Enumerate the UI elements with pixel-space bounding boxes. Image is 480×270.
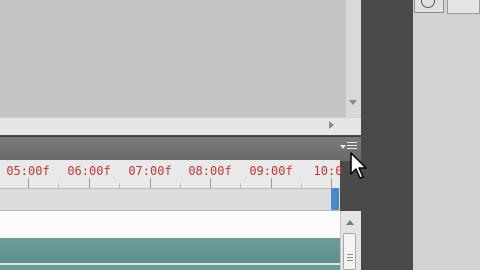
menu-lines-icon [347, 142, 357, 151]
ruler-tick [210, 178, 211, 188]
scroll-right-arrow-icon[interactable] [329, 121, 334, 129]
ruler-subtick [180, 183, 181, 188]
time-ruler[interactable]: 05:00f 06:00f 07:00f 08:00f 09:00f 10:0 [0, 160, 343, 189]
scrollbar-thumb[interactable] [343, 233, 356, 270]
ruler-tick [271, 178, 272, 188]
ruler-tick [89, 178, 90, 188]
ruler-subtick [240, 183, 241, 188]
grip-icon [347, 254, 353, 263]
playhead-track[interactable] [0, 189, 340, 211]
video-clip[interactable] [0, 238, 340, 263]
playhead-handle[interactable] [331, 188, 339, 210]
ruler-subtick [58, 183, 59, 188]
ruler-tick [28, 178, 29, 188]
scroll-up-arrow-icon[interactable] [346, 220, 354, 225]
panel-gutter [361, 0, 413, 270]
empty-track[interactable] [0, 211, 340, 238]
ruler-tick [331, 178, 332, 188]
timecode-label: 10:0 [313, 164, 343, 178]
ruler-subtick [301, 183, 302, 188]
arrow-cursor-icon [350, 152, 367, 179]
timeline-panel-header [0, 136, 361, 161]
right-side-panel [413, 0, 480, 270]
ruler-tick [150, 178, 151, 188]
scroll-down-arrow-icon[interactable] [349, 100, 357, 105]
video-clip[interactable] [0, 265, 340, 270]
timecode-label: 08:00f [188, 164, 232, 178]
timecode-label: 06:00f [67, 164, 111, 178]
viewer-horizontal-scrollbar[interactable] [0, 117, 361, 135]
ruler-subtick [119, 183, 120, 188]
panel-tab[interactable] [447, 0, 480, 14]
timecode-label: 07:00f [128, 164, 172, 178]
viewer-panel [0, 0, 345, 117]
timecode-label: 09:00f [249, 164, 293, 178]
timecode-label: 05:00f [6, 164, 50, 178]
dropdown-triangle-icon [340, 145, 346, 149]
